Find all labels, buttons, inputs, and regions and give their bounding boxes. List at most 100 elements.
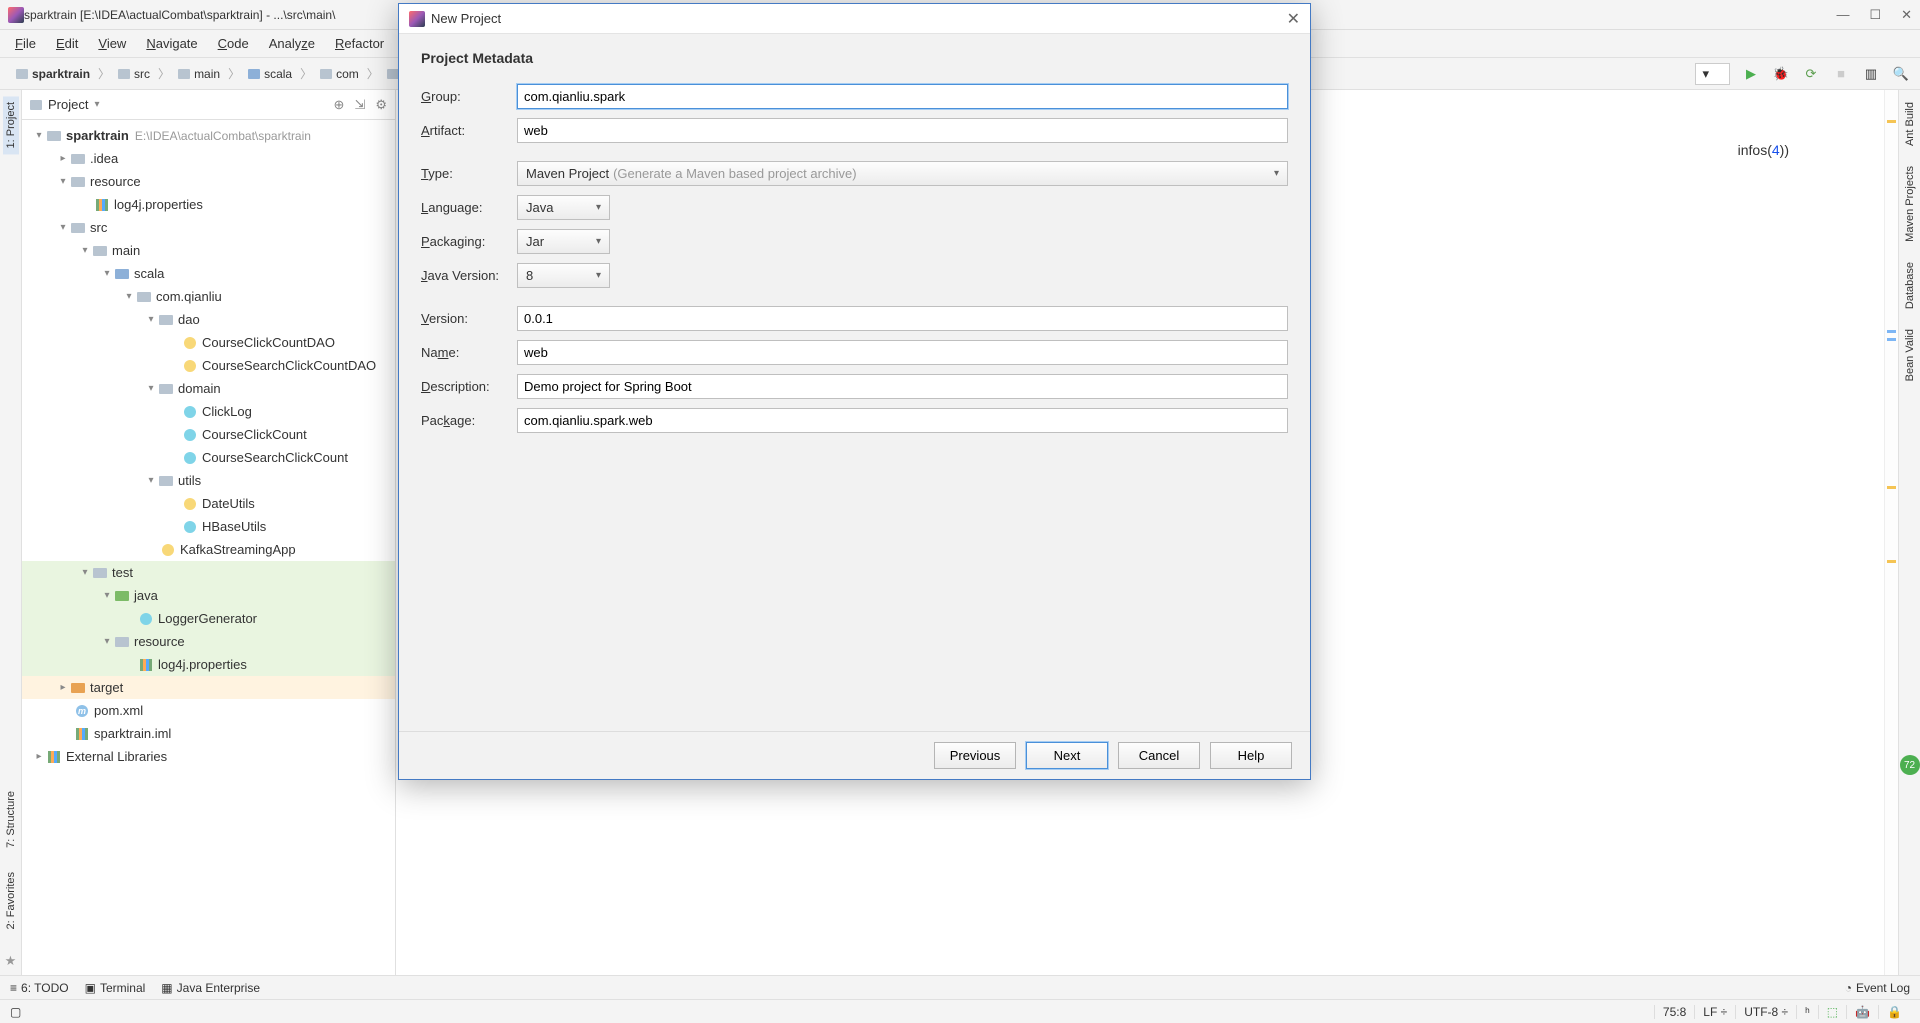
type-select[interactable]: Maven Project(Generate a Maven based pro… xyxy=(517,161,1288,186)
bottom-todo[interactable]: ≡ 6: TODO xyxy=(10,981,69,995)
tool-favorites[interactable]: 2: Favorites xyxy=(3,866,19,935)
debug-icon[interactable]: 🐞 xyxy=(1772,65,1790,83)
project-tree[interactable]: ▾sparktrainE:\IDEA\actualCombat\sparktra… xyxy=(22,120,395,975)
status-lock-icon[interactable]: 🔒 xyxy=(1878,1005,1910,1019)
group-label: Group: xyxy=(421,89,517,104)
run-icon[interactable]: ▶ xyxy=(1742,65,1760,83)
coverage-icon[interactable]: ⟳ xyxy=(1802,65,1820,83)
tool-ant[interactable]: Ant Build xyxy=(1902,96,1918,152)
tool-maven[interactable]: Maven Projects xyxy=(1902,160,1918,248)
minimize-button[interactable]: — xyxy=(1836,7,1849,23)
tree-scala[interactable]: scala xyxy=(134,266,164,281)
language-select[interactable]: Java xyxy=(517,195,610,220)
tree-iml[interactable]: sparktrain.iml xyxy=(94,726,171,741)
code-fragment: infos(4)) xyxy=(1738,142,1789,159)
name-input[interactable] xyxy=(517,340,1288,365)
tree-main[interactable]: main xyxy=(112,243,140,258)
menu-edit[interactable]: Edit xyxy=(47,32,87,55)
tree-domain2[interactable]: CourseClickCount xyxy=(202,427,307,442)
tree-src[interactable]: src xyxy=(90,220,107,235)
collapse-icon[interactable]: ⇲ xyxy=(354,97,365,113)
tree-utils2[interactable]: HBaseUtils xyxy=(202,519,266,534)
tree-resource[interactable]: resource xyxy=(90,174,141,189)
bottom-event-log[interactable]: ◔ Event Log xyxy=(1845,981,1910,995)
menu-refactor[interactable]: Refactor xyxy=(326,32,393,55)
menu-code[interactable]: Code xyxy=(209,32,258,55)
toolbar-right: ▾ ▶ 🐞 ⟳ ■ ▥ 🔍 xyxy=(1695,63,1910,85)
bottom-java-ee[interactable]: ▦ Java Enterprise xyxy=(161,981,260,995)
tree-logger[interactable]: LoggerGenerator xyxy=(158,611,257,626)
run-config-dropdown[interactable]: ▾ xyxy=(1695,63,1730,85)
previous-button[interactable]: Previous xyxy=(934,742,1016,769)
tree-domain[interactable]: domain xyxy=(178,381,221,396)
new-project-dialog: New Project ✕ Project Metadata Group: Ar… xyxy=(398,3,1311,780)
menu-navigate[interactable]: Navigate xyxy=(137,32,206,55)
bottom-tabs: ≡ 6: TODO ▣ Terminal ▦ Java Enterprise ◔… xyxy=(0,975,1920,999)
artifact-label: Artifact: xyxy=(421,123,517,138)
dialog-title: New Project xyxy=(431,11,501,26)
cancel-button[interactable]: Cancel xyxy=(1118,742,1200,769)
status-git-icon[interactable]: ʰ xyxy=(1796,1005,1818,1019)
tree-test-resource[interactable]: resource xyxy=(134,634,185,649)
tree-test-log4j[interactable]: log4j.properties xyxy=(158,657,247,672)
tree-test[interactable]: test xyxy=(112,565,133,580)
bottom-terminal[interactable]: ▣ Terminal xyxy=(85,981,146,995)
tree-java[interactable]: java xyxy=(134,588,158,603)
dialog-close-icon[interactable]: ✕ xyxy=(1287,9,1300,29)
tree-log4j[interactable]: log4j.properties xyxy=(114,197,203,212)
tree-idea[interactable]: .idea xyxy=(90,151,118,166)
tree-app[interactable]: KafkaStreamingApp xyxy=(180,542,296,557)
package-input[interactable] xyxy=(517,408,1288,433)
packaging-select[interactable]: Jar xyxy=(517,229,610,254)
tree-dao2[interactable]: CourseSearchClickCountDAO xyxy=(202,358,376,373)
locate-icon[interactable]: ⊕ xyxy=(334,97,345,113)
search-icon[interactable]: 🔍 xyxy=(1892,65,1910,83)
help-button[interactable]: Help xyxy=(1210,742,1292,769)
breadcrumb-scala[interactable]: scala xyxy=(242,65,298,83)
description-input[interactable] xyxy=(517,374,1288,399)
tree-utils1[interactable]: DateUtils xyxy=(202,496,255,511)
inspection-badge[interactable]: 72 xyxy=(1900,755,1920,775)
tool-project[interactable]: 1: Project xyxy=(3,96,19,154)
breadcrumb-root[interactable]: sparktrain xyxy=(10,65,96,83)
scroll-stripe[interactable] xyxy=(1884,90,1898,975)
status-line-sep[interactable]: LF ÷ xyxy=(1694,1005,1735,1019)
tree-pkg[interactable]: com.qianliu xyxy=(156,289,222,304)
tree-root[interactable]: sparktrain xyxy=(66,128,129,143)
menu-view[interactable]: View xyxy=(89,32,135,55)
group-input[interactable] xyxy=(517,84,1288,109)
menu-file[interactable]: File xyxy=(6,32,45,55)
tree-dao[interactable]: dao xyxy=(178,312,200,327)
breadcrumb-src[interactable]: src xyxy=(112,65,156,83)
artifact-input[interactable] xyxy=(517,118,1288,143)
close-window-button[interactable]: ✕ xyxy=(1901,7,1912,23)
name-label: Name: xyxy=(421,345,517,360)
status-pos[interactable]: 75:8 xyxy=(1654,1005,1694,1019)
tree-pom[interactable]: pom.xml xyxy=(94,703,143,718)
tree-dao1[interactable]: CourseClickCountDAO xyxy=(202,335,335,350)
tool-database[interactable]: Database xyxy=(1902,256,1918,315)
tree-utils[interactable]: utils xyxy=(178,473,201,488)
tree-domain3[interactable]: CourseSearchClickCount xyxy=(202,450,348,465)
breadcrumb-main[interactable]: main xyxy=(172,65,226,83)
gear-icon[interactable]: ⚙ xyxy=(375,97,387,113)
version-input[interactable] xyxy=(517,306,1288,331)
layout-icon[interactable]: ▥ xyxy=(1862,65,1880,83)
version-label: Version: xyxy=(421,311,517,326)
menu-analyze[interactable]: Analyze xyxy=(260,32,324,55)
breadcrumb: sparktrain 〉 src 〉 main 〉 scala 〉 com 〉 … xyxy=(10,65,418,83)
java-version-select[interactable]: 8 xyxy=(517,263,610,288)
left-gutter: 1: Project 7: Structure 2: Favorites ★ xyxy=(0,90,22,975)
dialog-title-bar[interactable]: New Project ✕ xyxy=(399,4,1310,34)
maximize-button[interactable]: ☐ xyxy=(1869,7,1881,23)
next-button[interactable]: Next xyxy=(1026,742,1108,769)
tool-bean[interactable]: Bean Valid xyxy=(1902,323,1918,387)
tree-domain1[interactable]: ClickLog xyxy=(202,404,252,419)
tree-ext-lib[interactable]: External Libraries xyxy=(66,749,167,764)
status-encoding[interactable]: UTF-8 ÷ xyxy=(1735,1005,1796,1019)
status-icon[interactable]: ▢ xyxy=(10,1005,21,1019)
tool-structure[interactable]: 7: Structure xyxy=(3,785,19,854)
tree-target[interactable]: target xyxy=(90,680,123,695)
stop-icon[interactable]: ■ xyxy=(1832,65,1850,83)
breadcrumb-com[interactable]: com xyxy=(314,65,365,83)
